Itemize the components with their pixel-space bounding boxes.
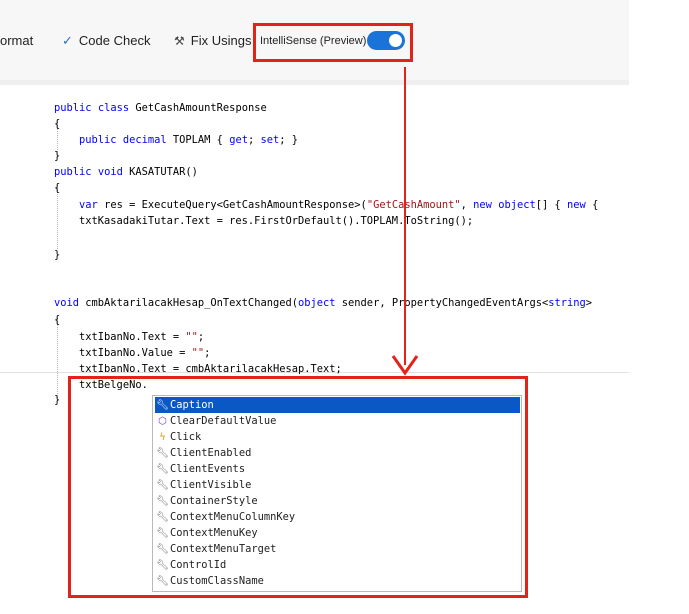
code-line: txtKasadakiTutar.Text = res.FirstOrDefau…	[54, 215, 474, 227]
code-check-button[interactable]: ✓ Code Check	[62, 33, 150, 49]
annotation-arrow-head	[391, 355, 419, 376]
format-label: ormat	[0, 33, 34, 48]
code-line: {	[54, 314, 61, 326]
tools-icon: ⚒	[174, 34, 185, 48]
code-line: {	[54, 118, 61, 130]
code-line: public class GetCashAmountResponse	[54, 102, 267, 114]
checkmark-icon: ✓	[62, 33, 73, 48]
code-line: public void KASATUTAR()	[54, 166, 198, 178]
code-check-label: Code Check	[78, 33, 151, 48]
code-line: public decimal TOPLAM { get; set; }	[79, 134, 299, 146]
code-line: }	[54, 394, 61, 406]
fix-usings-button[interactable]: ⚒ Fix Usings	[174, 33, 251, 48]
code-line: {	[54, 182, 61, 194]
code-line: txtIbanNo.Text = "";	[54, 331, 205, 343]
annotation-arrow-line	[404, 67, 406, 365]
code-line: var res = ExecuteQuery<GetCashAmountResp…	[79, 199, 599, 211]
code-line: }	[54, 249, 61, 261]
code-line: txtIbanNo.Value = "";	[54, 347, 211, 359]
code-line: txtIbanNo.Text = cmbAktarilacakHesap.Tex…	[54, 363, 342, 375]
annotation-box-popup	[68, 376, 528, 598]
keyword-class: class	[97, 102, 130, 114]
format-button[interactable]: ormat	[0, 33, 33, 48]
code-line: void cmbAktarilacakHesap_OnTextChanged(o…	[54, 297, 593, 309]
fix-usings-label: Fix Usings	[190, 33, 252, 48]
code-line: }	[54, 150, 61, 162]
keyword-public: public	[54, 102, 92, 114]
annotation-box-toggle	[253, 23, 413, 62]
